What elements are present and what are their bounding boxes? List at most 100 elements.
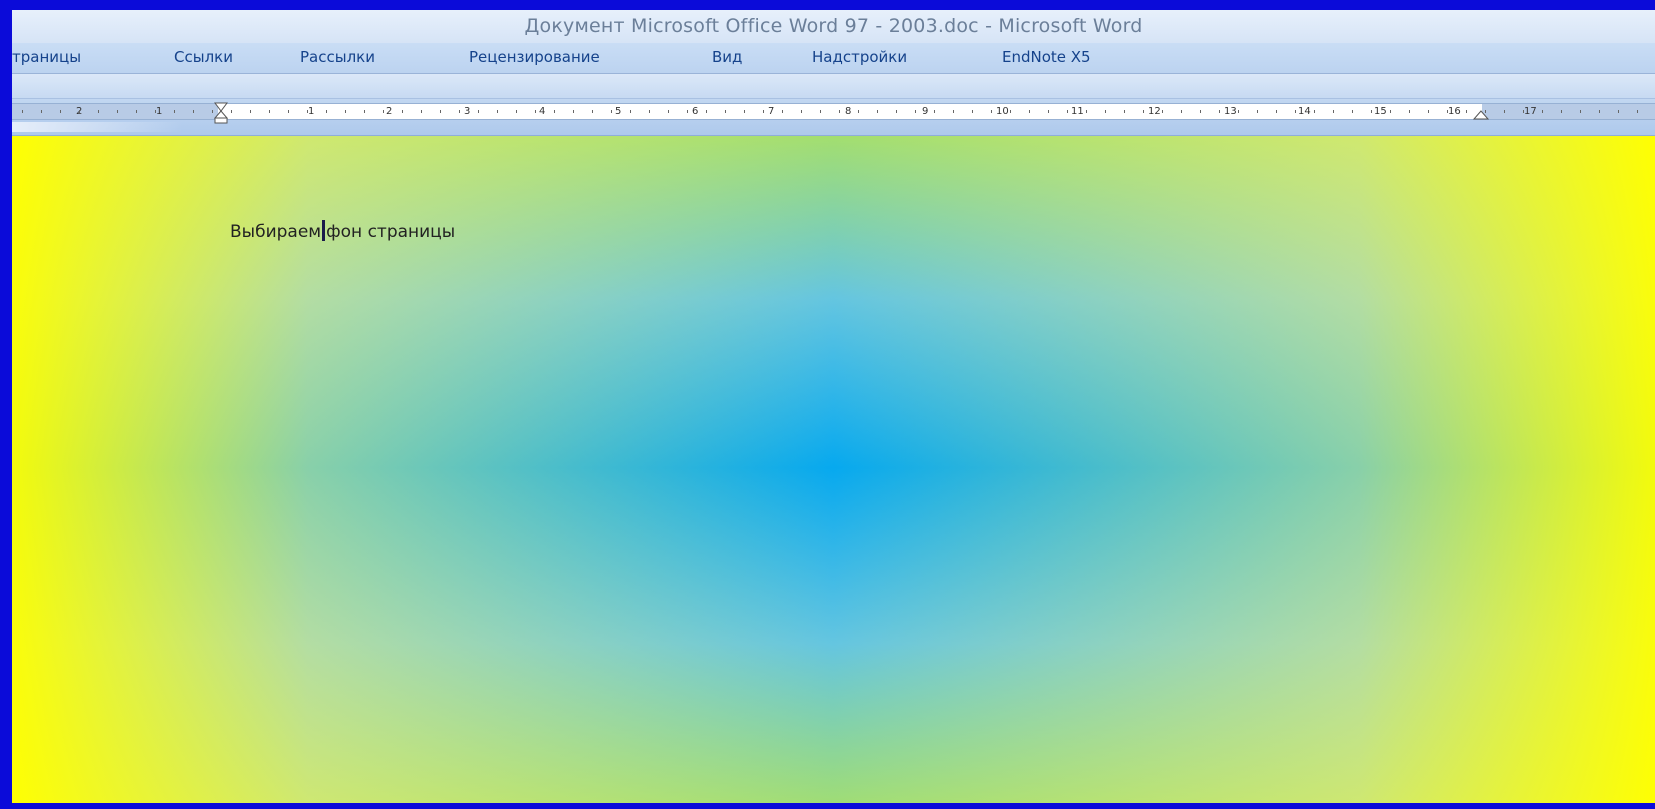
ruler-tick	[991, 110, 992, 113]
ruler-tick	[668, 110, 669, 113]
ruler-tick	[98, 110, 99, 113]
ruler-tick	[706, 110, 707, 113]
ruler-tick	[1010, 110, 1011, 113]
tab-review[interactable]: Рецензирование	[469, 48, 600, 66]
ruler-tick	[611, 110, 612, 113]
triangle-indent-icon[interactable]	[1473, 110, 1489, 120]
ruler-tick	[820, 110, 821, 113]
ruler-tick	[687, 110, 688, 113]
tab-endnote[interactable]: EndNote X5	[1002, 48, 1091, 66]
ruler-number: 8	[845, 106, 852, 117]
ruler-tick	[763, 110, 764, 113]
ruler-tick	[934, 110, 935, 113]
tab-references[interactable]: Ссылки	[174, 48, 233, 66]
ruler-number: 9	[922, 106, 929, 117]
ruler-tick	[79, 110, 80, 113]
ribbon-tab-bar: траницы Ссылки Рассылки Рецензирование В…	[12, 43, 1655, 74]
ruler-tick	[421, 110, 422, 113]
window-title: Документ Microsoft Office Word 97 - 2003…	[524, 15, 1143, 37]
ruler-tick	[573, 110, 574, 113]
ruler-tick	[1523, 110, 1524, 113]
ruler-number: 3	[464, 106, 471, 117]
ruler-tick	[1200, 110, 1201, 113]
ruler-number: 4	[539, 106, 546, 117]
ruler-tick	[1219, 110, 1220, 113]
ruler-tick	[1105, 110, 1106, 113]
ruler-tick	[1048, 110, 1049, 113]
ruler-number: 10	[996, 106, 1009, 117]
ruler-number: 12	[1148, 106, 1161, 117]
ruler-tick	[1390, 110, 1391, 113]
ruler-tick	[554, 110, 555, 113]
ruler-number: 7	[768, 106, 775, 117]
ruler-tick	[1618, 110, 1619, 113]
text-cursor	[322, 220, 326, 241]
ruler-tick	[212, 110, 213, 113]
title-bar: Документ Microsoft Office Word 97 - 2003…	[12, 10, 1655, 43]
ruler-tick	[592, 110, 593, 113]
ruler-right-margin	[1482, 104, 1655, 119]
ruler-tick	[440, 110, 441, 113]
ruler-tick	[1067, 110, 1068, 113]
ruler-tick	[1447, 110, 1448, 113]
document-page[interactable]: Выбираем фон страницы	[12, 136, 1655, 803]
ruler-tick	[516, 110, 517, 113]
ruler-tick	[725, 110, 726, 113]
ruler-tick	[22, 110, 23, 113]
ruler-tick	[1333, 110, 1334, 113]
tab-addins[interactable]: Надстройки	[812, 48, 907, 66]
paragraph-text-before-cursor: Выбираем	[230, 222, 322, 242]
ruler-tick	[193, 110, 194, 113]
ruler-shadow	[12, 122, 182, 132]
ruler-number: 6	[692, 106, 699, 117]
ruler-tick	[1428, 110, 1429, 113]
ruler-tick	[1162, 110, 1163, 113]
ruler-tick	[1124, 110, 1125, 113]
ruler-tick	[744, 110, 745, 113]
ruler-tick	[1466, 110, 1467, 113]
ruler-tick	[1276, 110, 1277, 113]
ruler-tick	[60, 110, 61, 113]
ruler-tick	[1086, 110, 1087, 113]
tab-page-layout[interactable]: траницы	[12, 48, 81, 66]
ruler-number: 2	[386, 106, 393, 117]
ruler-tick	[1504, 110, 1505, 113]
ruler-tick	[345, 110, 346, 113]
horizontal-ruler[interactable]: 211234567891011121314151617	[12, 102, 1655, 124]
ruler-number: 1	[308, 106, 315, 117]
word-window: Документ Microsoft Office Word 97 - 2003…	[0, 0, 1655, 809]
document-paragraph[interactable]: Выбираем фон страницы	[230, 220, 455, 242]
ruler-tick	[155, 110, 156, 113]
ruler-tick	[478, 110, 479, 113]
ruler-number: 15	[1374, 106, 1387, 117]
ruler-tick	[1314, 110, 1315, 113]
ruler-area: 211234567891011121314151617	[12, 99, 1655, 136]
ruler-tick	[1542, 110, 1543, 113]
ruler-number: 17	[1524, 106, 1537, 117]
ruler-tick	[1295, 110, 1296, 113]
ruler-number: 14	[1298, 106, 1311, 117]
ruler-tick	[250, 110, 251, 113]
hourglass-indent-icon[interactable]	[214, 102, 228, 124]
tab-mailings[interactable]: Рассылки	[300, 48, 375, 66]
ruler-tick	[41, 110, 42, 113]
ruler-tick	[1599, 110, 1600, 113]
ruler-tick	[801, 110, 802, 113]
ruler-tick	[269, 110, 270, 113]
ruler-tick	[174, 110, 175, 113]
ruler-tick	[972, 110, 973, 113]
ruler-tick	[307, 110, 308, 113]
ruler-tick	[649, 110, 650, 113]
ruler-tick	[953, 110, 954, 113]
ruler-tick	[1029, 110, 1030, 113]
ruler-tick	[383, 110, 384, 113]
ruler-tick	[1580, 110, 1581, 113]
ruler-tick	[858, 110, 859, 113]
ruler-tick	[1561, 110, 1562, 113]
ruler-tick	[1371, 110, 1372, 113]
ruler-tick	[231, 110, 232, 113]
ruler-tick	[1181, 110, 1182, 113]
tab-view[interactable]: Вид	[712, 48, 742, 66]
ruler-tick	[117, 110, 118, 113]
ruler-tick	[136, 110, 137, 113]
